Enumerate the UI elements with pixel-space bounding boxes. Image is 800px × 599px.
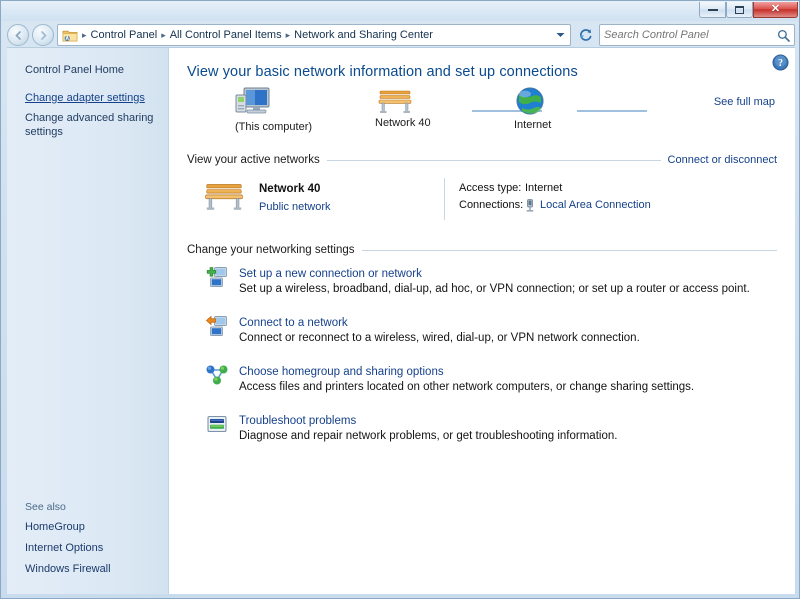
active-networks-heading: View your active networks xyxy=(187,154,320,166)
see-also-heading: See also xyxy=(25,501,66,513)
close-button[interactable]: ✕ xyxy=(753,2,798,18)
computer-icon xyxy=(235,87,270,114)
map-node-label-network: Network 40 xyxy=(375,117,431,129)
breadcrumb-item-network-sharing-center[interactable]: Network and Sharing Center xyxy=(291,27,436,43)
sidebar-item-change-adapter-settings[interactable]: Change adapter settings xyxy=(7,88,168,108)
address-bar[interactable]: ▸ Control Panel ▸ All Control Panel Item… xyxy=(57,24,571,46)
sidebar-item-control-panel-home[interactable]: Control Panel Home xyxy=(7,60,168,80)
networking-settings-list: Set up a new connection or network Set u… xyxy=(187,264,777,444)
setting-item-homegroup-sharing[interactable]: Choose homegroup and sharing options Acc… xyxy=(187,362,777,395)
active-networks-header: View your active networks Connect or dis… xyxy=(187,154,777,166)
globe-icon xyxy=(516,87,544,115)
setting-title-connect-to-network[interactable]: Connect to a network xyxy=(239,317,348,329)
breadcrumb: ▸ Control Panel ▸ All Control Panel Item… xyxy=(81,27,552,43)
breadcrumb-item-all-items[interactable]: All Control Panel Items xyxy=(167,27,285,43)
minimize-button[interactable] xyxy=(699,2,726,18)
detail-row-access-type: Access type: Internet xyxy=(459,180,777,197)
chevron-down-icon[interactable] xyxy=(552,25,568,45)
map-node-this-computer[interactable]: (This computer) xyxy=(235,86,312,133)
detail-label-connections: Connections: xyxy=(459,199,524,211)
map-node-label-this-computer: (This computer) xyxy=(235,121,313,133)
search-icon xyxy=(777,29,790,42)
bench-icon xyxy=(378,90,412,113)
network-adapter-icon xyxy=(525,199,535,212)
sidebar-item-windows-firewall[interactable]: Windows Firewall xyxy=(7,559,168,580)
active-network-details: Access type: Internet Connections: Local… xyxy=(444,178,777,220)
sidebar: Control Panel Home Change adapter settin… xyxy=(7,48,169,594)
homegroup-icon xyxy=(205,363,229,387)
header-rule xyxy=(361,249,777,251)
window-controls: ✕ xyxy=(699,2,798,18)
see-also-section: See also HomeGroup Internet Options Wind… xyxy=(7,499,168,580)
connect-network-icon xyxy=(205,314,229,338)
header-rule xyxy=(326,159,661,161)
detail-label-access-type: Access type: xyxy=(459,182,522,194)
see-full-map-link[interactable]: See full map xyxy=(714,96,775,108)
bench-icon xyxy=(205,184,243,210)
setting-item-connect-to-network[interactable]: Connect to a network Connect or reconnec… xyxy=(187,313,777,346)
active-network-identity: Network 40 Public network xyxy=(201,178,444,215)
title-bar: ✕ xyxy=(1,1,799,21)
setting-title-setup-new-connection[interactable]: Set up a new connection or network xyxy=(239,268,422,280)
control-panel-icon xyxy=(62,28,78,43)
sidebar-item-change-advanced-sharing-settings[interactable]: Change advanced sharing settings xyxy=(7,108,168,142)
content-area: Control Panel Home Change adapter settin… xyxy=(7,47,795,594)
network-map: (This computer) Network 40 Internet See … xyxy=(187,86,777,148)
networking-settings-heading: Change your networking settings xyxy=(187,244,355,256)
detail-row-connections: Connections: Local Area Connection xyxy=(459,197,777,214)
sidebar-item-homegroup[interactable]: HomeGroup xyxy=(7,517,168,538)
detail-value-access-type: Internet xyxy=(525,182,563,194)
main-panel: ? View your basic network information an… xyxy=(169,48,795,594)
active-network-name: Network 40 xyxy=(259,183,321,195)
map-link-line-2 xyxy=(577,110,647,112)
setting-text-block: Set up a new connection or network Set u… xyxy=(239,264,750,297)
setting-desc-homegroup-sharing: Access files and printers located on oth… xyxy=(239,381,695,393)
map-node-network[interactable]: Network 40 xyxy=(375,86,431,129)
help-button[interactable]: ? xyxy=(772,54,789,71)
networking-settings-header: Change your networking settings xyxy=(187,244,777,256)
forward-button[interactable] xyxy=(32,24,54,46)
back-button[interactable] xyxy=(7,24,29,46)
breadcrumb-item-control-panel[interactable]: Control Panel xyxy=(88,27,161,43)
back-arrow-icon xyxy=(14,30,21,40)
forward-arrow-icon xyxy=(40,30,47,40)
troubleshoot-icon xyxy=(205,412,229,436)
setting-title-troubleshoot-problems[interactable]: Troubleshoot problems xyxy=(239,415,356,427)
setting-text-block: Troubleshoot problems Diagnose and repai… xyxy=(239,411,617,444)
connect-or-disconnect-link[interactable]: Connect or disconnect xyxy=(668,154,777,166)
setting-desc-setup-new-connection: Set up a wireless, broadband, dial-up, a… xyxy=(239,283,750,295)
setting-text-block: Connect to a network Connect or reconnec… xyxy=(239,313,640,346)
active-network-type-link[interactable]: Public network xyxy=(259,201,331,213)
page-title: View your basic network information and … xyxy=(187,64,578,80)
close-icon: ✕ xyxy=(770,3,781,15)
maximize-button[interactable] xyxy=(726,2,753,18)
minimize-icon xyxy=(707,8,718,11)
setting-desc-troubleshoot-problems: Diagnose and repair network problems, or… xyxy=(239,430,618,442)
sidebar-item-internet-options[interactable]: Internet Options xyxy=(7,538,168,559)
setting-title-homegroup-sharing[interactable]: Choose homegroup and sharing options xyxy=(239,366,444,378)
help-icon: ? xyxy=(772,54,789,71)
refresh-button[interactable] xyxy=(574,24,596,46)
maximize-icon xyxy=(735,5,744,14)
navigation-toolbar: ▸ Control Panel ▸ All Control Panel Item… xyxy=(7,23,795,47)
control-panel-window: ✕ ▸ Control Panel ▸ All Control Panel It… xyxy=(0,0,800,599)
setting-item-setup-new-connection[interactable]: Set up a new connection or network Set u… xyxy=(187,264,777,297)
active-network-text: Network 40 Public network xyxy=(259,178,331,215)
new-connection-icon xyxy=(205,265,229,289)
setting-desc-connect-to-network: Connect or reconnect to a wireless, wire… xyxy=(239,332,640,344)
active-network-row: Network 40 Public network Access type: I… xyxy=(187,174,777,222)
search-input[interactable] xyxy=(604,29,777,41)
search-box[interactable] xyxy=(599,24,795,46)
setting-text-block: Choose homegroup and sharing options Acc… xyxy=(239,362,694,395)
setting-item-troubleshoot-problems[interactable]: Troubleshoot problems Diagnose and repai… xyxy=(187,411,777,444)
map-node-label-internet: Internet xyxy=(514,119,552,131)
refresh-icon xyxy=(579,28,591,41)
map-node-internet[interactable]: Internet xyxy=(514,86,551,131)
local-area-connection-link[interactable]: Local Area Connection xyxy=(540,197,651,214)
svg-text:?: ? xyxy=(778,58,783,69)
